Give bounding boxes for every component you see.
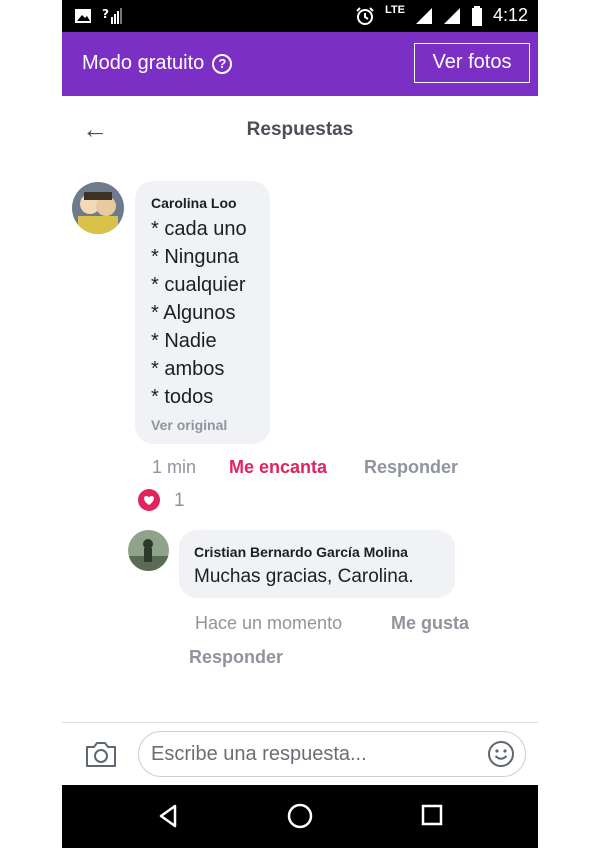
reply-input[interactable]: Escribe una respuesta... bbox=[138, 731, 526, 777]
reply-time: Hace un momento bbox=[195, 613, 343, 633]
love-reaction-button[interactable]: Me encanta bbox=[229, 457, 327, 478]
comment-author[interactable]: Carolina Loo bbox=[151, 195, 237, 211]
free-mode-label: Modo gratuito bbox=[82, 52, 205, 74]
gallery-notification-icon bbox=[75, 9, 91, 23]
signal-icon bbox=[415, 7, 432, 24]
free-mode-bar: Modo gratuito ? Ver fotos bbox=[62, 32, 538, 96]
comment-line: * cada uno bbox=[151, 218, 247, 240]
phone-screen: ? LTE 4:12 Modo gratuito ? Ver fotos ← R… bbox=[62, 0, 538, 848]
reply-composer: Escribe una respuesta... bbox=[62, 722, 538, 786]
avatar-carolina[interactable] bbox=[72, 182, 124, 234]
reply-button[interactable]: Responder bbox=[364, 457, 458, 478]
status-bar: ? LTE 4:12 bbox=[62, 0, 538, 32]
reply-to-reply-button[interactable]: Responder bbox=[189, 647, 283, 668]
reaction-count: 1 bbox=[174, 490, 185, 511]
help-icon[interactable]: ? bbox=[212, 53, 233, 74]
comment-line: * Nadie bbox=[151, 330, 217, 352]
signal-no-service-icon: ? bbox=[102, 7, 122, 24]
reply-input-placeholder: Escribe una respuesta... bbox=[151, 743, 367, 765]
home-nav-icon[interactable] bbox=[286, 802, 314, 830]
view-photos-button[interactable]: Ver fotos bbox=[414, 43, 530, 83]
comment-line: * ambos bbox=[151, 358, 225, 380]
comment-line: * Algunos bbox=[151, 302, 236, 324]
camera-icon[interactable] bbox=[84, 739, 118, 769]
reply-actions: Hace un momento Me gusta Responder bbox=[62, 613, 538, 673]
reply-author[interactable]: Cristian Bernardo García Molina bbox=[194, 544, 408, 560]
back-nav-icon[interactable] bbox=[155, 803, 181, 829]
like-button[interactable]: Me gusta bbox=[391, 613, 469, 634]
battery-icon bbox=[471, 5, 482, 26]
comment-bubble: Carolina Loo * cada uno * Ninguna * cual… bbox=[135, 181, 270, 444]
signal-icon-2 bbox=[443, 7, 460, 24]
emoji-icon[interactable] bbox=[487, 740, 515, 768]
replies-header: ← Respuestas bbox=[62, 96, 538, 160]
svg-text:?: ? bbox=[102, 7, 109, 21]
alarm-icon bbox=[356, 6, 374, 25]
comment-line: * Ninguna bbox=[151, 246, 239, 268]
comment-text: * cada uno * Ninguna * cualquier * Algun… bbox=[151, 215, 247, 411]
clock: 4:12 bbox=[492, 5, 528, 25]
network-type: LTE bbox=[384, 3, 405, 16]
recents-nav-icon[interactable] bbox=[420, 803, 444, 827]
comment-actions: 1 min Me encanta Responder bbox=[62, 457, 538, 481]
comment-time: 1 min bbox=[152, 457, 197, 477]
avatar-cristian[interactable] bbox=[128, 530, 169, 571]
see-original-link[interactable]: Ver original bbox=[151, 417, 227, 433]
page-title: Respuestas bbox=[246, 119, 354, 140]
comment-line: * cualquier bbox=[151, 274, 246, 296]
reply-bubble: Cristian Bernardo García Molina Muchas g… bbox=[179, 530, 455, 598]
navigation-bar bbox=[62, 785, 538, 848]
reply-text: Muchas gracias, Carolina. bbox=[194, 566, 414, 587]
heart-reaction-icon bbox=[138, 489, 160, 511]
comment-line: * todos bbox=[151, 386, 214, 408]
